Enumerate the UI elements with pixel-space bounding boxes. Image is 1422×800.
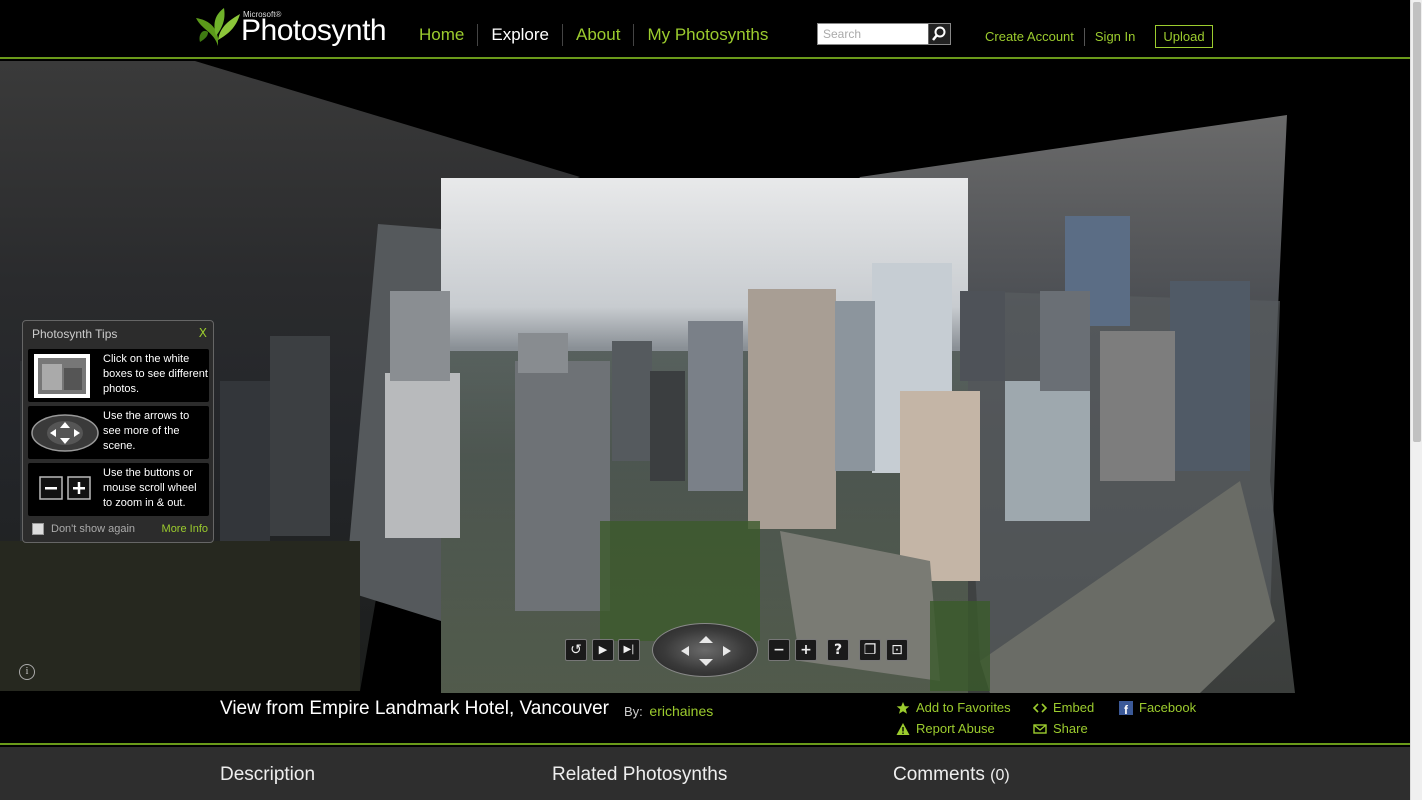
nav-about[interactable]: About	[563, 24, 635, 46]
warning-icon	[896, 722, 910, 735]
comments-heading: Comments (0)	[893, 764, 1010, 786]
search-icon	[932, 26, 946, 41]
embed-label: Embed	[1053, 700, 1095, 715]
next-icon[interactable]: ▶|	[618, 639, 640, 661]
logo-wordmark: Photosynth	[241, 14, 387, 47]
share-link[interactable]: Share	[1033, 721, 1088, 736]
author-link[interactable]: erichaines	[649, 703, 713, 719]
dont-show-checkbox[interactable]	[32, 523, 44, 535]
synth-title-bar: View from Empire Landmark Hotel, Vancouv…	[0, 693, 1410, 745]
add-to-favorites-link[interactable]: Add to Favorites	[896, 700, 1011, 715]
create-account-link[interactable]: Create Account	[985, 27, 1085, 46]
zoom-in-button[interactable]: +	[795, 639, 817, 661]
synth-title: View from Empire Landmark Hotel, Vancouv…	[220, 698, 609, 719]
star-icon	[896, 701, 910, 714]
synth-byline: By: erichaines	[624, 703, 713, 719]
tip-text-photos: Click on the white boxes to see differen…	[103, 353, 208, 395]
main-nav: Home Explore About My Photosynths	[406, 24, 781, 46]
account-links: Create Account Sign In Upload	[985, 25, 1213, 48]
play-icon[interactable]: ▶	[592, 639, 614, 661]
related-heading: Related Photosynths	[552, 764, 728, 785]
leaf-logo-icon	[196, 8, 240, 46]
facebook-icon: f	[1119, 700, 1133, 715]
info-icon[interactable]: i	[19, 664, 35, 680]
fullscreen-icon[interactable]: ⊡	[886, 639, 908, 661]
tips-close-button[interactable]: X	[199, 326, 207, 340]
by-label: By:	[624, 704, 643, 719]
zoom-out-button[interactable]: −	[768, 639, 790, 661]
page-scrollbar[interactable]	[1410, 0, 1422, 800]
photosynth-viewer[interactable]: Photosynth Tips X Click on the white box…	[0, 61, 1410, 693]
tip-text-zoom: Use the buttons or mouse scroll wheel to…	[103, 467, 197, 509]
tip-item-zoom: Use the buttons or mouse scroll wheel to…	[28, 463, 209, 516]
tip-item-arrows: Use the arrows to see more of the scene.	[28, 406, 209, 459]
scrollbar-thumb[interactable]	[1413, 2, 1421, 442]
zoom-buttons-icon	[39, 476, 91, 500]
facebook-link[interactable]: f Facebook	[1119, 700, 1196, 715]
search-box	[817, 23, 951, 45]
search-button[interactable]	[928, 24, 950, 44]
arrow-pad-icon	[31, 414, 99, 452]
tip-item-photos: Click on the white boxes to see differen…	[28, 349, 209, 402]
site-header: Microsoft® Photosynth Home Explore About…	[0, 0, 1410, 59]
upload-button[interactable]: Upload	[1155, 25, 1213, 48]
tips-footer: Don't show again More Info	[32, 523, 208, 535]
tips-panel: Photosynth Tips X Click on the white box…	[22, 320, 214, 543]
help-button[interactable]: ?	[827, 639, 849, 661]
tip-text-arrows: Use the arrows to see more of the scene.	[103, 410, 190, 452]
arrow-pad-icon	[681, 636, 731, 666]
navigation-pad[interactable]	[652, 623, 758, 677]
report-abuse-label: Report Abuse	[916, 721, 995, 736]
tips-title: Photosynth Tips	[32, 327, 118, 341]
photo-thumbnail-icon	[34, 354, 90, 398]
embed-link[interactable]: Embed	[1033, 700, 1094, 715]
more-info-link[interactable]: More Info	[162, 523, 208, 535]
description-heading: Description	[220, 764, 316, 785]
share-label: Share	[1053, 721, 1088, 736]
nav-my-photosynths[interactable]: My Photosynths	[634, 24, 781, 46]
mail-icon	[1033, 723, 1047, 734]
dont-show-label: Don't show again	[51, 523, 136, 535]
details-section: Description Related Photosynths Comments…	[0, 747, 1410, 800]
sign-in-link[interactable]: Sign In	[1095, 28, 1145, 46]
comments-label: Comments	[893, 764, 985, 785]
search-input[interactable]	[818, 24, 928, 44]
rotate-icon[interactable]: ↺	[565, 639, 587, 661]
nav-home[interactable]: Home	[406, 24, 479, 46]
comments-count: (0)	[990, 767, 1010, 784]
add-to-favorites-label: Add to Favorites	[916, 700, 1011, 715]
report-abuse-link[interactable]: Report Abuse	[896, 721, 995, 736]
overlay-icon[interactable]: ❐	[859, 639, 881, 661]
embed-icon	[1033, 702, 1047, 713]
photosynth-logo[interactable]: Microsoft® Photosynth	[194, 6, 394, 50]
facebook-label: Facebook	[1139, 700, 1197, 715]
nav-explore[interactable]: Explore	[478, 24, 563, 46]
